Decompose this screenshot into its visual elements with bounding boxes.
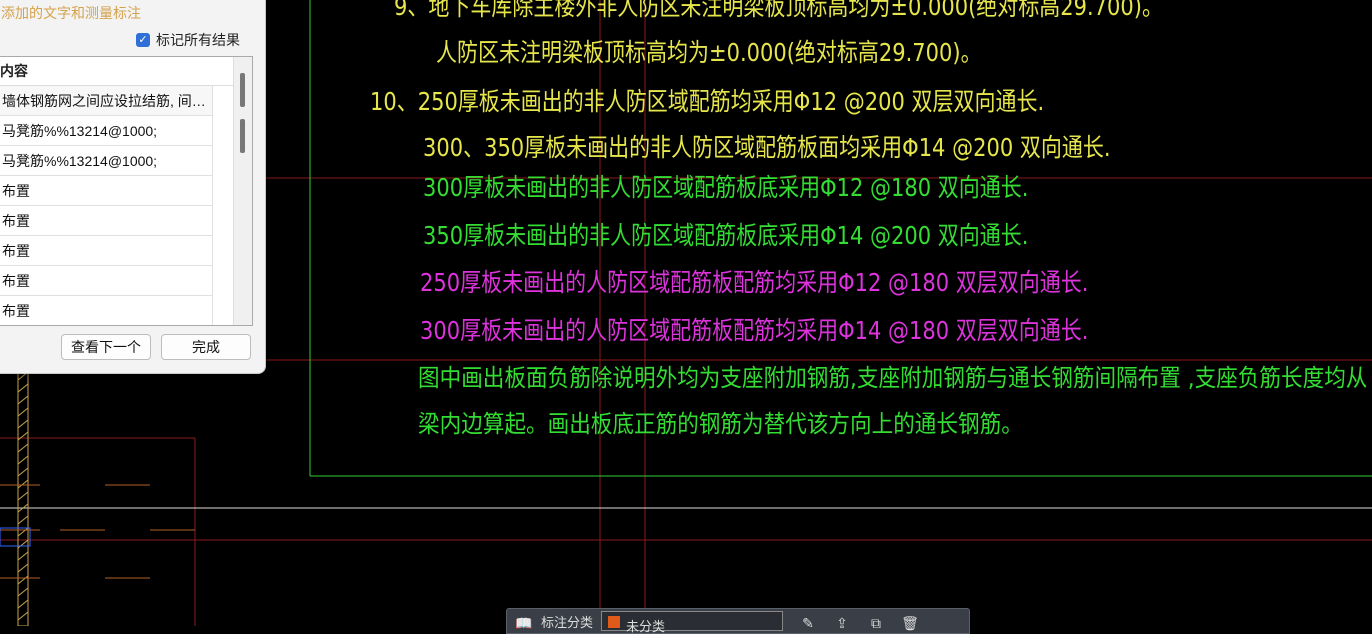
drawing-note: 300、350厚板未画出的非人防区域配筋板面均采用Φ14 @200 双向通长.: [423, 133, 1111, 162]
list-item[interactable]: 马凳筋%%13214@1000;: [0, 146, 213, 176]
list-item[interactable]: 墙体钢筋网之间应设拉结筋, 间…: [0, 86, 213, 116]
upload-icon[interactable]: ⇪: [831, 610, 853, 632]
color-swatch: [608, 616, 621, 628]
layer-value: 未分类: [626, 619, 666, 634]
mark-all-checkbox[interactable]: ✓ 标记所有结果: [136, 30, 240, 50]
view-next-button[interactable]: 查看下一个: [61, 334, 151, 360]
copy-icon[interactable]: ⧉: [865, 610, 887, 632]
results-list[interactable]: 内容 墙体钢筋网之间应设拉结筋, 间… 马凳筋%%13214@1000; 马凳筋…: [0, 56, 253, 326]
drawing-note: 10、250厚板未画出的非人防区域配筋均采用Φ12 @200 双层双向通长.: [370, 87, 1045, 116]
list-item[interactable]: 布置: [0, 206, 213, 236]
drawing-note: 9、地下车库除主楼外非人防区未注明梁板顶标高均为±0.000(绝对标高29.70…: [394, 0, 1163, 21]
list-item[interactable]: 马凳筋%%13214@1000;: [0, 116, 213, 146]
drawing-note: 梁内边算起。画出板底正筋的钢筋为替代该方向上的通长钢筋。: [418, 410, 1023, 438]
scroll-thumb[interactable]: [240, 73, 245, 107]
layer-dropdown[interactable]: 未分类: [601, 611, 784, 634]
dialog-hint: 添加的文字和测量标注: [1, 5, 141, 21]
drawing-note: 图中画出板面负筋除说明外均为支座附加钢筋,支座附加钢筋与通长钢筋间隔布置 ,支座…: [418, 364, 1368, 392]
column-header: 内容: [0, 57, 252, 86]
search-results-dialog: 添加的文字和测量标注 ✓ 标记所有结果 内容 墙体钢筋网之间应设拉结筋, 间… …: [0, 0, 266, 374]
list-item[interactable]: 布置: [0, 236, 213, 266]
mark-all-label: 标记所有结果: [156, 32, 240, 48]
toolbar-label: 标注分类: [541, 614, 594, 630]
book-icon[interactable]: 📖: [513, 610, 535, 632]
delete-icon[interactable]: 🗑: [899, 610, 921, 632]
drawing-note: 300厚板未画出的人防区域配筋板配筋均采用Φ14 @180 双层双向通长.: [420, 316, 1089, 345]
vertical-scrollbar[interactable]: [233, 57, 252, 325]
drawing-note: 350厚板未画出的非人防区域配筋板底采用Φ14 @200 双向通长.: [423, 221, 1029, 250]
wall-hatch: [17, 371, 29, 626]
list-item[interactable]: 布置: [0, 176, 213, 206]
scroll-thumb[interactable]: [240, 119, 245, 153]
done-button[interactable]: 完成: [161, 334, 251, 360]
list-item[interactable]: 布置: [0, 296, 213, 325]
selection-marker: [0, 527, 31, 547]
list-item[interactable]: 布置: [0, 266, 213, 296]
edit-icon[interactable]: ✎: [797, 610, 819, 632]
checkmark-icon: ✓: [136, 33, 150, 47]
drawing-note: 250厚板未画出的人防区域配筋板配筋均采用Φ12 @180 双层双向通长.: [420, 268, 1089, 297]
drawing-note: 人防区未注明梁板顶标高均为±0.000(绝对标高29.700)。: [436, 38, 982, 67]
drawing-note: 300厚板未画出的非人防区域配筋板底采用Φ12 @180 双向通长.: [423, 173, 1029, 202]
annotation-toolbar: 📖 标注分类 未分类 ✎ ⇪ ⧉ 🗑: [506, 608, 970, 634]
